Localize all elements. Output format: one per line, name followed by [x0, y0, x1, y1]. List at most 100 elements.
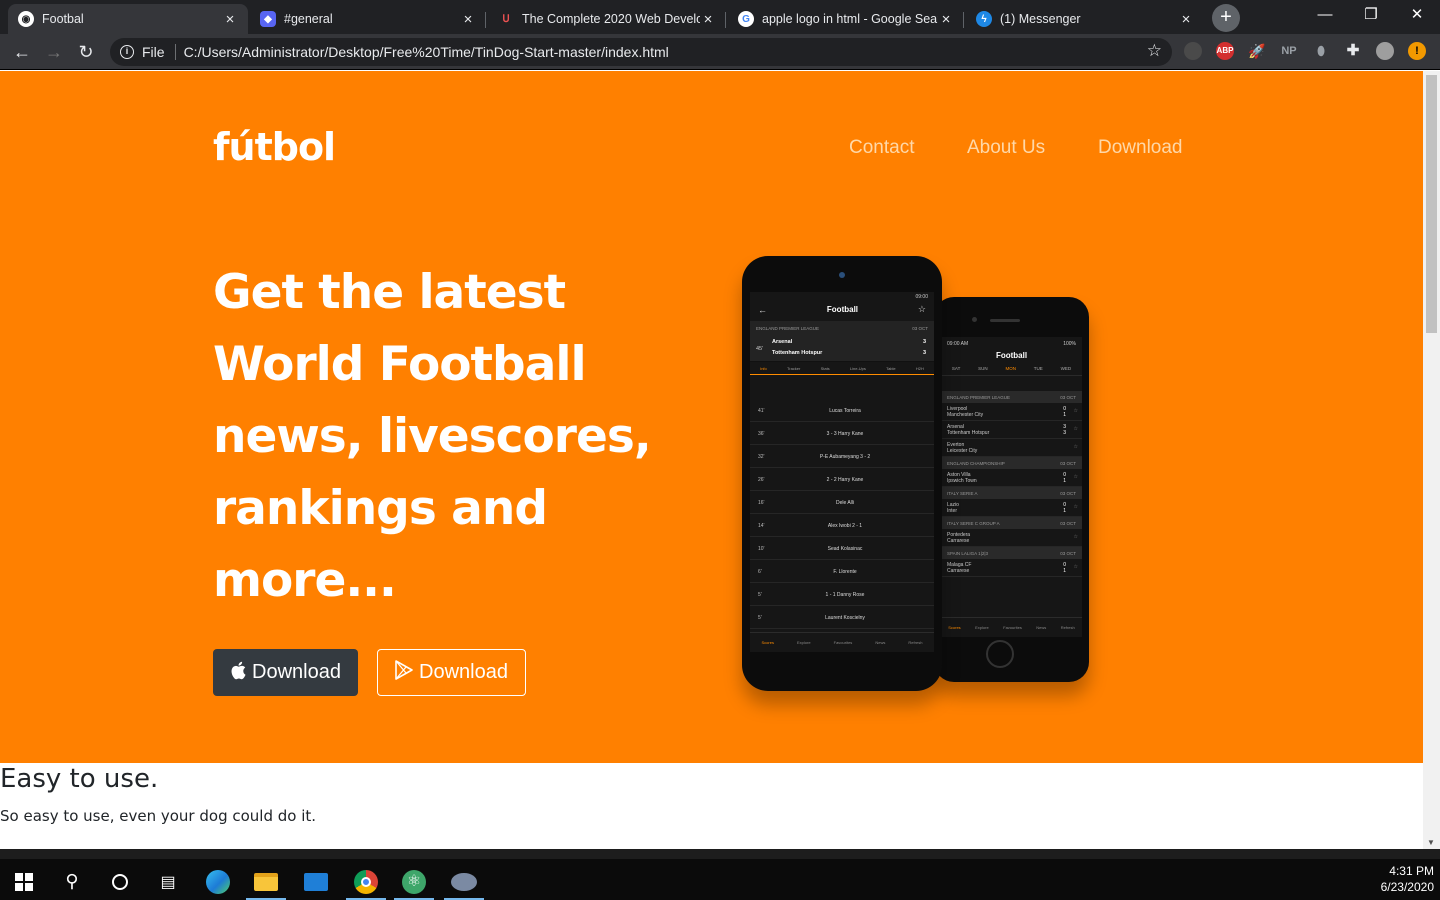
event-minute: 41' [758, 408, 765, 414]
nav-link-contact[interactable]: Contact [849, 137, 914, 159]
scrollbar-thumb[interactable] [1426, 75, 1437, 333]
league-header: ENGLAND PREMIER LEAGUE 03 OCT [941, 391, 1082, 403]
reload-icon[interactable]: ↻ [74, 40, 98, 64]
tab-general[interactable]: ◆ #general × [250, 4, 486, 34]
match-row: Arsenal Tottenham Hotspur 3 3 ☆ [941, 421, 1082, 439]
event-minute: 5' [758, 592, 762, 598]
close-tab-icon[interactable]: × [938, 11, 954, 28]
status-time: 09:00 [915, 294, 928, 300]
event-minute: 6' [758, 569, 762, 575]
brand-logo[interactable]: fútbol [213, 125, 336, 169]
close-tab-icon[interactable]: × [1178, 11, 1194, 28]
star-icon: ☆ [1073, 408, 1078, 414]
match-tabs: Info Tracker Stats Line-Ups Table H2H [750, 362, 934, 375]
address-bar[interactable]: i File C:/Users/Administrator/Desktop/Fr… [110, 38, 1172, 66]
team-b: Ipswich Town [947, 478, 977, 484]
tab-separator [485, 12, 486, 28]
np-extension-icon[interactable]: NP [1280, 42, 1298, 60]
search-icon[interactable]: ⚲ [48, 863, 96, 900]
match-tab: H2H [915, 366, 924, 371]
event-text: Alex Iwobi 2 - 1 [827, 523, 863, 529]
status-time: 09:00 AM [947, 341, 969, 347]
team-b: Carrarese [947, 538, 970, 544]
match-tab: Table [886, 366, 896, 371]
vertical-scrollbar[interactable]: ▼ [1423, 71, 1440, 849]
task-view-icon[interactable]: ▤ [144, 863, 192, 900]
tab-web-dev-course[interactable]: ᑌ The Complete 2020 Web Develop × [488, 4, 726, 34]
close-window-button[interactable]: ✕ [1394, 0, 1440, 30]
tab-messenger[interactable]: ϟ (1) Messenger × [966, 4, 1204, 34]
system-clock[interactable]: 4:31 PM 6/23/2020 [1381, 863, 1434, 895]
match-row: Everton Leicester City ☆ [941, 439, 1082, 457]
event-text: 2 - 2 Harry Kane [826, 477, 864, 483]
address-text[interactable]: C:/Users/Administrator/Desktop/Free%20Ti… [184, 44, 669, 60]
forward-arrow-icon[interactable]: → [42, 40, 66, 64]
tab-title: apple logo in html - Google Sear [762, 12, 938, 26]
camera-icon [839, 272, 845, 278]
mail-icon[interactable] [292, 863, 340, 900]
restore-button[interactable]: ❐ [1348, 0, 1394, 30]
chrome-icon[interactable] [342, 863, 390, 900]
tab-footbal[interactable]: ◉ Footbal × [8, 4, 248, 34]
tab-google-search[interactable]: G apple logo in html - Google Sear × [728, 4, 964, 34]
event-text: 3 - 3 Harry Kane [826, 431, 864, 437]
match-minute: 45' [756, 346, 764, 352]
google-play-download-button[interactable]: Download [377, 649, 526, 696]
minimize-button[interactable]: — [1302, 0, 1348, 30]
bookmark-star-icon[interactable]: ☆ [1147, 41, 1162, 61]
tab-separator [725, 12, 726, 28]
match-row: Lazio Inter 0 1 ☆ [941, 499, 1082, 517]
timeline-event: 6' F. Llorente [750, 561, 934, 583]
close-tab-icon[interactable]: × [460, 11, 476, 28]
battery-level: 100% [1063, 341, 1076, 347]
league-name: SPAIN LALIGA 1|2|3 [947, 551, 989, 556]
rocket-icon[interactable]: 🚀 [1248, 42, 1266, 60]
puzzle-icon[interactable]: ✚ [1344, 42, 1362, 60]
day-selector: SAT SUN MON TUE WED [941, 360, 1082, 376]
windows-taskbar: ⚲ ▤ ⚛ 4:31 PM 6/23/2020 [0, 859, 1440, 900]
close-tab-icon[interactable]: × [700, 11, 716, 28]
app-icon[interactable] [440, 863, 488, 900]
avatar[interactable] [1376, 42, 1394, 60]
nav-tab: Refresh [908, 640, 923, 645]
windows-start-icon[interactable] [0, 863, 48, 900]
address-divider [174, 44, 176, 60]
extension-icon[interactable] [1184, 42, 1202, 60]
close-tab-icon[interactable]: × [222, 11, 238, 28]
league-date: 03 OCT [1060, 551, 1076, 556]
nav-tab: Favourites [1003, 625, 1022, 630]
clock-time: 4:31 PM [1389, 864, 1434, 878]
match-row: Aston Villa Ipswich Town 0 1 ☆ [941, 469, 1082, 487]
star-icon: ☆ [1073, 504, 1078, 510]
camera-icon [972, 317, 977, 322]
match-row: Pontedera Carrarese ☆ [941, 529, 1082, 547]
file-explorer-icon[interactable] [242, 863, 290, 900]
headline-line: Get the latest [213, 265, 566, 320]
scroll-down-arrow-icon[interactable]: ▼ [1427, 838, 1435, 847]
match-tab: Stats [820, 366, 830, 371]
event-text: Dele Alli [835, 500, 855, 506]
league-date: 03 OCT [1060, 491, 1076, 496]
cortana-icon[interactable] [96, 863, 144, 900]
udemy-icon: ᑌ [502, 13, 510, 25]
timeline-event: 5' Laurent Koscielny [750, 607, 934, 629]
edge-icon[interactable] [194, 863, 242, 900]
info-icon[interactable]: i [120, 45, 134, 59]
section-text: So easy to use, even your dog could do i… [0, 807, 317, 825]
address-scheme: File [142, 44, 165, 60]
extension-icon[interactable]: ⬮ [1312, 42, 1330, 60]
back-arrow-icon[interactable]: ← [10, 40, 34, 64]
league-date: 03 OCT [1060, 461, 1076, 466]
timeline-event: 26' 2 - 2 Harry Kane [750, 469, 934, 491]
league-header: ENGLAND PREMIER LEAGUE 03 OCT [750, 321, 934, 336]
adblock-plus-icon[interactable]: ABP [1216, 42, 1234, 60]
headline-line: more... [213, 553, 397, 608]
new-tab-button[interactable]: + [1212, 4, 1240, 32]
league-header: SPAIN LALIGA 1|2|3 03 OCT [941, 547, 1082, 559]
nav-link-download[interactable]: Download [1098, 137, 1183, 159]
update-alert-icon[interactable]: ! [1408, 42, 1426, 60]
nav-link-about-us[interactable]: About Us [967, 137, 1045, 159]
atom-icon[interactable]: ⚛ [390, 863, 438, 900]
apple-download-button[interactable]: Download [213, 649, 358, 696]
headline-line: rankings and [213, 481, 548, 536]
